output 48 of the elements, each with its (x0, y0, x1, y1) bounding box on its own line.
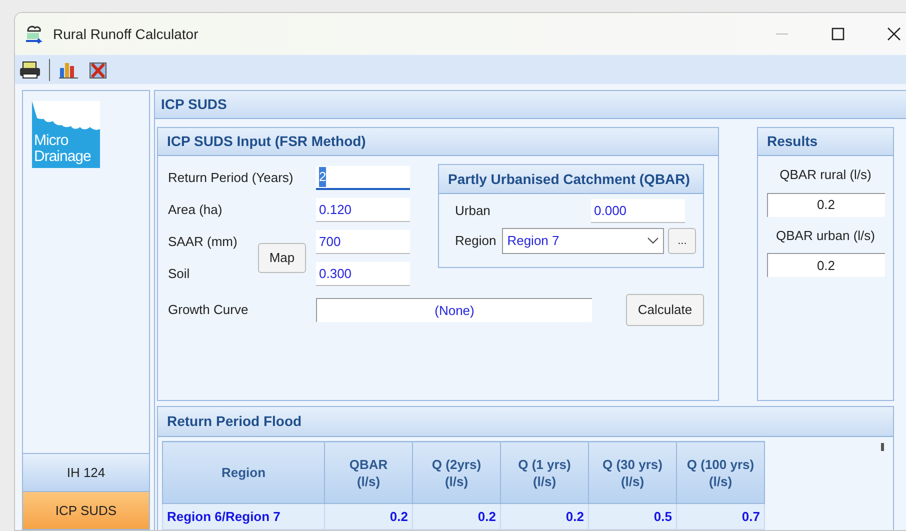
column-header: Q (2yrs) (l/s) (412, 442, 500, 504)
table-cell: 0.7 (676, 504, 764, 530)
field-label: Soil (168, 265, 190, 284)
result-field: 0.2 (766, 253, 884, 277)
result-label: QBAR rural (l/s) (780, 166, 872, 184)
window-title: Rural Runoff Calculator (53, 24, 198, 44)
sidebar-tab[interactable]: ICP SUDS (23, 491, 149, 529)
panel-header: Partly Urbanised Catchment (QBAR) (439, 165, 703, 194)
table-cell: 0.5 (588, 504, 676, 530)
input-field[interactable]: 0.000 (591, 199, 685, 223)
more-button[interactable]: ... (668, 228, 696, 254)
table-cell: 0.2 (500, 504, 588, 530)
field-label: SAAR (mm) (168, 233, 238, 252)
field-label: Urban (455, 202, 490, 220)
close-icon[interactable] (887, 27, 901, 41)
page-header: ICP SUDS (155, 91, 906, 119)
chevron-down-icon (647, 237, 660, 245)
result-label: QBAR urban (l/s) (776, 226, 875, 245)
input-field[interactable]: 0.120 (316, 198, 410, 222)
column-header: Q (100 yrs) (l/s) (676, 442, 764, 504)
column-header: Q (1 yrs) (l/s) (500, 442, 588, 504)
column-header: Region (162, 442, 324, 504)
table-cell: 0.2 (324, 504, 412, 530)
growth-curve-field[interactable]: (None) (316, 298, 592, 322)
panel-header: Results (758, 128, 893, 156)
input-field[interactable]: 700 (316, 230, 410, 254)
logo: Micro Drainage (32, 101, 100, 168)
map-button[interactable]: Map (258, 243, 306, 273)
table-cell: Region 6/Region 7 (162, 504, 324, 530)
sidebar-tab[interactable]: IH 124 (23, 453, 149, 491)
field-label: Region (455, 232, 496, 250)
region-dropdown[interactable]: Region 7 (502, 228, 664, 254)
field-label: Area (ha) (168, 201, 222, 220)
panel-header: ICP SUDS Input (FSR Method) (158, 128, 718, 156)
calculate-button[interactable]: Calculate (626, 294, 704, 326)
result-field: 0.2 (766, 192, 884, 216)
rain-cloud-icon (23, 23, 45, 45)
column-header: QBAR (l/s) (324, 442, 412, 504)
field-label: Growth Curve (168, 301, 250, 320)
maximize-icon[interactable] (831, 27, 845, 41)
input-field[interactable]: 2 (316, 166, 410, 190)
scrollbar-thumb[interactable] (880, 443, 884, 451)
field-label: Return Period (Years) (168, 169, 294, 188)
panel-header: Return Period Flood (158, 407, 893, 437)
table-cell: 0.2 (412, 504, 500, 530)
input-field[interactable]: 0.300 (316, 262, 410, 286)
printer-icon[interactable] (19, 60, 41, 80)
column-header: Q (30 yrs) (l/s) (588, 442, 676, 504)
